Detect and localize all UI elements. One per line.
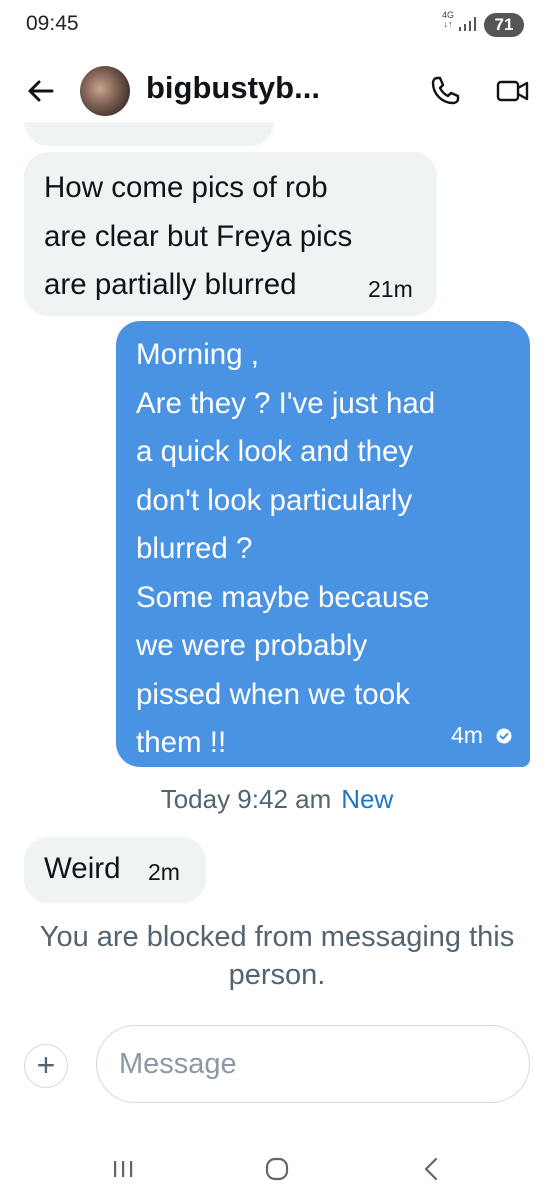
conversation-header: bigbustyb... xyxy=(0,52,554,132)
status-bar: 09:45 4G ↓↑ 71 xyxy=(0,0,554,52)
message-timestamp: 4m xyxy=(451,722,483,748)
message-timestamp: 21m xyxy=(368,276,413,302)
message-text: Morning , Are they ? I've just had a qui… xyxy=(136,338,436,759)
plus-icon: + xyxy=(36,1047,56,1083)
new-messages-label: New xyxy=(341,784,394,814)
previous-message-bubble xyxy=(24,122,274,146)
nav-back-icon[interactable] xyxy=(422,1157,440,1181)
message-timestamp: 2m xyxy=(148,859,180,885)
message-composer[interactable] xyxy=(96,1025,530,1103)
date-divider: Today 9:42 am New xyxy=(0,784,554,815)
system-nav-bar xyxy=(0,1140,554,1200)
avatar[interactable] xyxy=(80,66,130,116)
message-text: How come pics of rob are clear but Freya… xyxy=(44,171,353,301)
message-input[interactable] xyxy=(119,1044,509,1084)
battery-level: 71 xyxy=(494,15,514,34)
phone-call-icon[interactable] xyxy=(428,74,462,108)
home-icon[interactable] xyxy=(265,1157,289,1181)
message-text: Weird xyxy=(44,852,121,885)
signal-icon xyxy=(459,17,476,31)
add-attachment-button[interactable]: + xyxy=(24,1044,68,1088)
divider-date: Today 9:42 am xyxy=(160,784,332,814)
battery-icon: 71 xyxy=(484,13,524,37)
recents-icon[interactable] xyxy=(112,1158,134,1180)
received-message[interactable]: Weird 2m xyxy=(24,837,206,903)
sent-message[interactable]: Morning , Are they ? I've just had a qui… xyxy=(116,321,530,767)
back-arrow-icon[interactable] xyxy=(24,74,58,108)
blocked-notice: You are blocked from messaging this pers… xyxy=(39,921,515,991)
video-call-icon[interactable] xyxy=(496,76,530,106)
network-icon: 4G ↓↑ xyxy=(440,11,456,29)
data-arrows-icon: ↓↑ xyxy=(443,19,453,29)
sent-check-icon xyxy=(496,728,512,744)
contact-name[interactable]: bigbustyb... xyxy=(146,70,320,106)
status-time: 09:45 xyxy=(26,12,79,35)
